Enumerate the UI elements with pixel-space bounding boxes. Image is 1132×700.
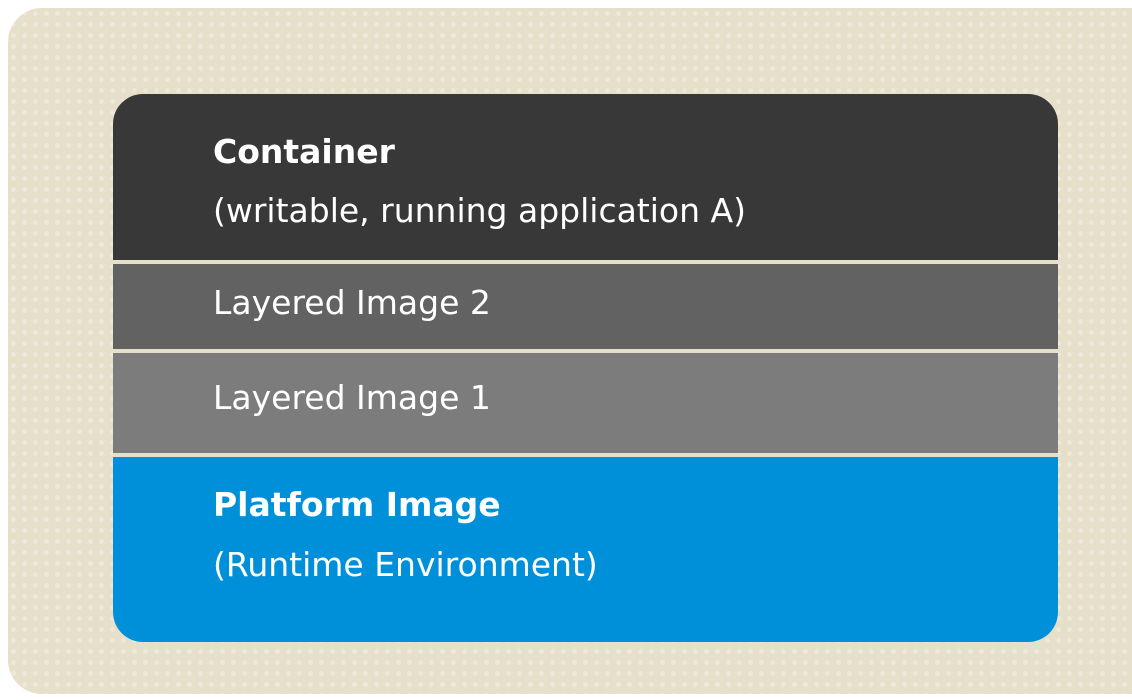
layered-image-1-label: Layered Image 1 bbox=[213, 378, 491, 417]
platform-image-title: Platform Image bbox=[213, 485, 501, 524]
container-layer-title: Container bbox=[213, 132, 395, 171]
diagram-background: Container (writable, running application… bbox=[8, 8, 1132, 694]
layer-stack: Container (writable, running application… bbox=[113, 94, 1058, 642]
layered-image-1-layer: Layered Image 1 bbox=[113, 349, 1058, 453]
container-layer-subtitle: (writable, running application A) bbox=[213, 191, 746, 230]
layered-image-2-layer: Layered Image 2 bbox=[113, 260, 1058, 349]
container-layer: Container (writable, running application… bbox=[113, 94, 1058, 260]
platform-image-layer: Platform Image (Runtime Environment) bbox=[113, 453, 1058, 642]
layered-image-2-label: Layered Image 2 bbox=[213, 283, 491, 322]
platform-image-subtitle: (Runtime Environment) bbox=[213, 545, 598, 584]
